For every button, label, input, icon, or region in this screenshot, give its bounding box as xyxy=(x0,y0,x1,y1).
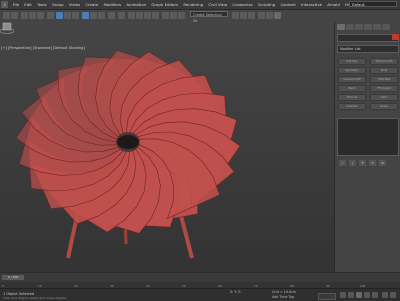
pivot-icon[interactable] xyxy=(118,12,125,19)
menu-arnold[interactable]: Arnold xyxy=(325,2,343,7)
modifier-button[interactable]: Shell xyxy=(370,67,398,74)
display-tab-icon[interactable] xyxy=(373,24,381,30)
rendered-frame-icon[interactable] xyxy=(266,12,273,19)
command-panel-tabs xyxy=(335,22,400,32)
app-logo[interactable]: 3 xyxy=(1,1,8,8)
next-frame-icon[interactable] xyxy=(364,292,370,298)
hierarchy-tab-icon[interactable] xyxy=(355,24,363,30)
modifier-buttons: Edit Poly Turbosmooth Symmetry Shell Unw… xyxy=(335,56,400,112)
modifier-button[interactable]: UVW Map xyxy=(370,76,398,83)
select-by-name-icon[interactable] xyxy=(64,12,71,19)
menu-civil-view[interactable]: Civil View xyxy=(206,2,230,7)
zoom-extents-icon[interactable] xyxy=(382,292,388,298)
viewport-label[interactable]: [+] [Perspective] [Standard] [Default Sh… xyxy=(1,46,85,50)
selection-set-dropdown[interactable]: Create Selection Se xyxy=(190,11,228,23)
mirror-icon[interactable] xyxy=(162,12,169,19)
snap-icon[interactable] xyxy=(128,12,135,19)
modifier-button[interactable]: Symmetry xyxy=(338,67,366,74)
menu-scripting[interactable]: Scripting xyxy=(255,2,278,7)
rotate-icon[interactable] xyxy=(90,12,97,19)
menu-tools[interactable]: Tools xyxy=(34,2,49,7)
curve-editor-icon[interactable] xyxy=(232,12,239,19)
play-icon[interactable] xyxy=(356,292,362,298)
selection-filter-icon[interactable] xyxy=(47,12,54,19)
layers-icon[interactable] xyxy=(178,12,185,19)
object-name-field[interactable] xyxy=(337,34,399,42)
menu-modifiers[interactable]: Modifiers xyxy=(101,2,124,7)
time-slider[interactable]: 0 / 100 xyxy=(2,275,24,280)
object-color-swatch[interactable] xyxy=(392,34,399,40)
material-editor-icon[interactable] xyxy=(248,12,255,19)
modifier-button[interactable]: Bend xyxy=(338,85,366,92)
menu-animation[interactable]: Animation xyxy=(124,2,149,7)
status-hint: Click and drag to select and move object… xyxy=(3,296,67,300)
create-tab-icon[interactable] xyxy=(337,24,345,30)
menu-rendering[interactable]: Rendering xyxy=(181,2,206,7)
menu-edit[interactable]: Edit xyxy=(22,2,35,7)
unlink-icon[interactable] xyxy=(29,12,36,19)
key-mode-field[interactable] xyxy=(318,293,336,300)
render-icon[interactable] xyxy=(274,12,281,19)
chair-center-hole xyxy=(117,135,139,149)
status-bar: 1 Object Selected Click and drag to sele… xyxy=(0,288,400,301)
modifier-button[interactable]: Edit Poly xyxy=(338,58,366,65)
link-icon[interactable] xyxy=(21,12,28,19)
menu-interactive[interactable]: Interactive xyxy=(299,2,325,7)
menu-group[interactable]: Group xyxy=(49,2,66,7)
orbit-icon[interactable] xyxy=(390,292,396,298)
configure-sets-icon[interactable]: ⚙ xyxy=(379,160,386,166)
menu-graph-editors[interactable]: Graph Editors xyxy=(149,2,181,7)
make-unique-icon[interactable]: ∀ xyxy=(359,160,366,166)
command-panel: Modifier List Edit Poly Turbosmooth Symm… xyxy=(334,22,400,272)
modifier-button[interactable]: FFD 4x4x4 xyxy=(370,85,398,92)
menu-content[interactable]: Content xyxy=(278,2,299,7)
angle-snap-icon[interactable] xyxy=(136,12,143,19)
coordinate-readout[interactable]: X: Y: Z: xyxy=(230,290,242,294)
scale-icon[interactable] xyxy=(98,12,105,19)
select-object-icon[interactable] xyxy=(56,12,63,19)
pin-stack-icon[interactable]: ⊥ xyxy=(339,160,346,166)
motion-tab-icon[interactable] xyxy=(364,24,372,30)
schematic-view-icon[interactable] xyxy=(240,12,247,19)
modifier-list-dropdown[interactable]: Modifier List xyxy=(337,45,399,53)
modifier-button[interactable]: Unwrap UVW xyxy=(338,76,366,83)
percent-snap-icon[interactable] xyxy=(144,12,151,19)
add-time-tag-button[interactable]: Add Time Tag xyxy=(272,295,294,299)
modifier-button[interactable]: Noise xyxy=(370,103,398,110)
modifier-stack[interactable] xyxy=(337,118,399,156)
undo-icon[interactable] xyxy=(3,12,10,19)
model-render xyxy=(0,22,334,272)
viewcube-icon[interactable] xyxy=(0,22,14,34)
modifier-button[interactable]: Extrude xyxy=(338,94,366,101)
go-to-end-icon[interactable] xyxy=(372,292,378,298)
remove-modifier-icon[interactable]: ⊘ xyxy=(369,160,376,166)
previous-frame-icon[interactable] xyxy=(348,292,354,298)
menu-bar: 3 File Edit Tools Group Views Create Mod… xyxy=(0,0,400,9)
modifier-button[interactable]: Turbosmooth xyxy=(370,58,398,65)
redo-icon[interactable] xyxy=(11,12,18,19)
show-end-result-icon[interactable]: | xyxy=(349,160,356,166)
move-icon[interactable] xyxy=(82,12,89,19)
menu-customize[interactable]: Customize xyxy=(230,2,256,7)
reference-coord-icon[interactable] xyxy=(108,12,115,19)
utilities-tab-icon[interactable] xyxy=(382,24,390,30)
modifier-button[interactable]: Chamfer xyxy=(338,103,366,110)
rect-selection-icon[interactable] xyxy=(72,12,79,19)
menu-create[interactable]: Create xyxy=(83,2,101,7)
align-icon[interactable] xyxy=(170,12,177,19)
workspace-dropdown[interactable]: Default xyxy=(349,1,397,7)
spinner-snap-icon[interactable] xyxy=(152,12,159,19)
grid-size: Grid = 10.0cm xyxy=(272,290,297,294)
render-setup-icon[interactable] xyxy=(258,12,265,19)
menu-file[interactable]: File xyxy=(10,2,22,7)
modifier-button[interactable]: Lathe xyxy=(370,94,398,101)
modify-tab-icon[interactable] xyxy=(346,24,354,30)
menu-views[interactable]: Views xyxy=(66,2,82,7)
stack-controls: ⊥ | ∀ ⊘ ⚙ xyxy=(335,156,400,170)
go-to-start-icon[interactable] xyxy=(340,292,346,298)
bind-space-warp-icon[interactable] xyxy=(37,12,44,19)
perspective-viewport[interactable]: [+] [Perspective] [Standard] [Default Sh… xyxy=(0,22,334,272)
